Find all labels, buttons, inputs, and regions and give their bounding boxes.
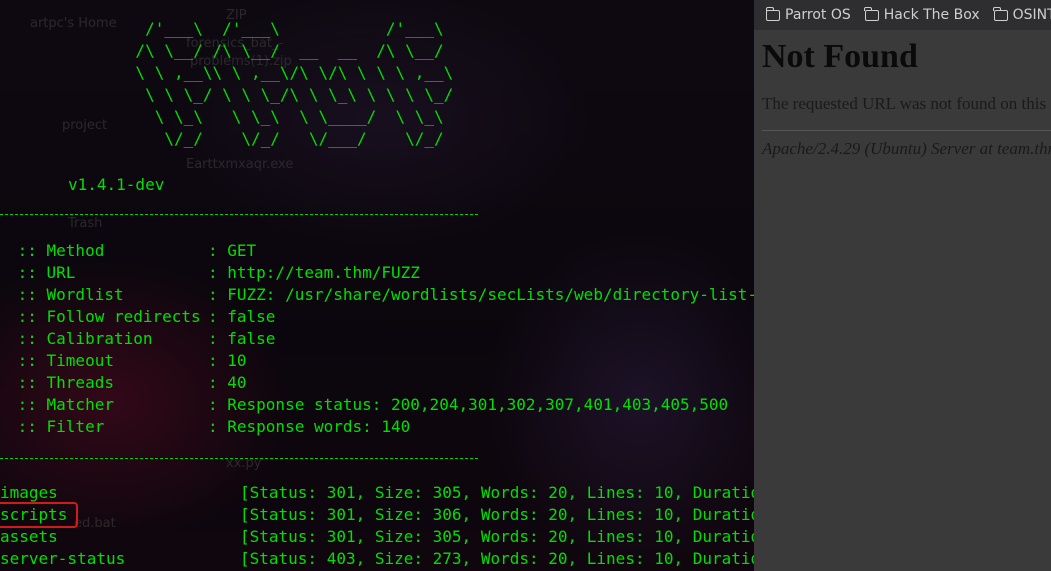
result-row: assets [Status: 301, Size: 305, Words: 20… [0,527,838,546]
bookmark-label: Parrot OS [785,7,851,23]
folder-icon [864,6,879,21]
error-message: The requested URL was not found on this … [762,94,1051,113]
page-content: Not Found The requested URL was not foun… [754,30,1051,159]
result-row: images [Status: 301, Size: 305, Words: 20… [0,483,838,502]
folder-icon [993,6,1008,21]
page-title: Not Found [762,38,918,75]
results-list: images [Status: 301, Size: 305, Words: 20… [0,482,837,570]
bookmark-osint[interactable]: OSINT [993,6,1051,23]
folder-icon [765,6,780,21]
bookmark-parrot-os[interactable]: Parrot OS [765,6,851,23]
bookmarks-bar: Parrot OS Hack The Box OSINT [754,0,1051,30]
server-signature: Apache/2.4.29 (Ubuntu) Server at team.th… [762,139,1051,158]
bookmark-label: Hack The Box [883,7,980,23]
ffuf-ascii-banner: /'___\ /'___\ /'___\ /\ \__/ /\ \__/ __ … [135,19,454,148]
divider-bottom [0,458,478,459]
result-row: scripts [Status: 301, Size: 306, Words: 2… [0,505,838,524]
bookmark-label: OSINT [1012,7,1051,23]
browser-window[interactable]: Parrot OS Hack The Box OSINT Not Found T… [754,0,1051,571]
bookmark-hack-the-box[interactable]: Hack The Box [864,6,980,23]
divider [762,130,1051,131]
result-row: server-status [Status: 403, Size: 273, Wo… [0,549,838,568]
ffuf-version: v1.4.1-dev [68,175,165,194]
divider-top [0,214,478,215]
